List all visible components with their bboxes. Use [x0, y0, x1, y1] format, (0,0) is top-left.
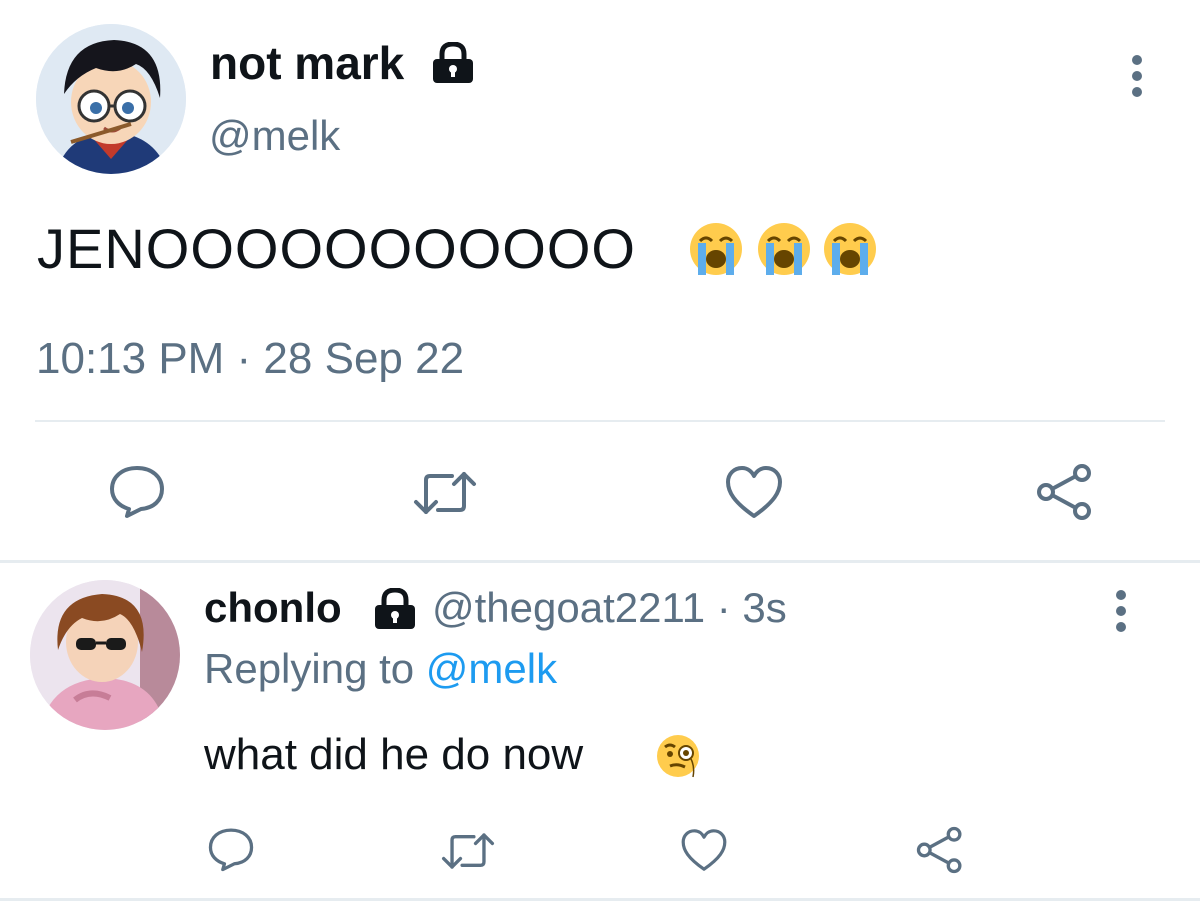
avatar[interactable] [30, 580, 180, 730]
tweet-text: what did he do now [204, 730, 584, 779]
retweet-icon[interactable] [412, 468, 478, 523]
handle-and-time[interactable]: @thegoat2211 · 3s [432, 584, 787, 632]
handle[interactable]: @melk [209, 112, 340, 160]
replying-handle-link[interactable]: @melk [426, 645, 557, 692]
display-name[interactable]: not mark [210, 36, 404, 90]
like-icon[interactable] [724, 464, 784, 525]
more-options-icon[interactable] [1132, 55, 1144, 103]
like-icon[interactable] [680, 827, 728, 878]
display-name[interactable]: chonlo [204, 584, 342, 632]
more-options-icon[interactable] [1116, 590, 1128, 638]
avatar-illustration [36, 24, 186, 174]
emoji-group [688, 221, 888, 282]
timestamp[interactable]: 10:13 PM · 28 Sep 22 [36, 334, 464, 384]
section-divider [0, 560, 1200, 563]
replying-label: Replying to [204, 645, 415, 692]
share-icon[interactable] [916, 826, 964, 879]
tweet-text: JENOOOOOOOOOOO [37, 217, 636, 280]
loudly-crying-face-icon [824, 223, 876, 275]
loudly-crying-face-icon [758, 223, 810, 275]
avatar-illustration [30, 580, 180, 730]
lock-icon [372, 587, 418, 635]
avatar[interactable] [36, 24, 186, 174]
divider [35, 420, 1165, 422]
loudly-crying-face-icon [690, 223, 742, 275]
retweet-icon[interactable] [440, 830, 496, 877]
lock-icon [430, 41, 476, 89]
reply-icon[interactable] [107, 463, 167, 524]
replying-to: Replying to @melk [204, 645, 557, 693]
face-with-monocle-icon [655, 733, 701, 784]
share-icon[interactable] [1036, 463, 1094, 526]
reply-icon[interactable] [206, 826, 256, 877]
